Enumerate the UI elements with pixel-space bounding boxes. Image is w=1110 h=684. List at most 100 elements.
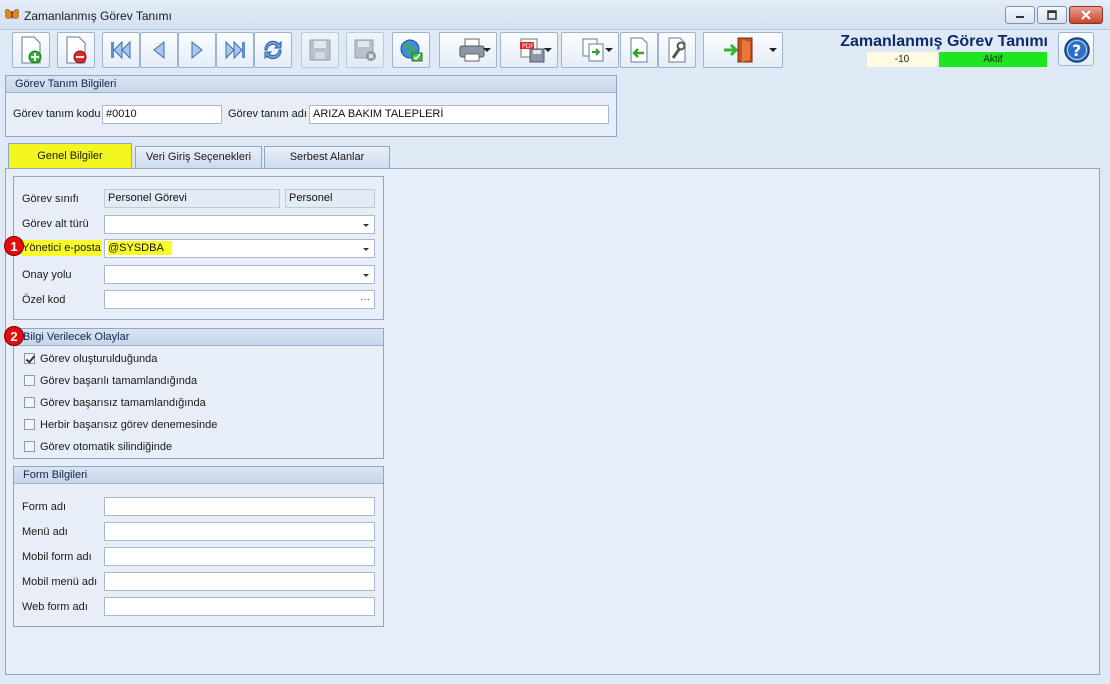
delete-button[interactable] — [57, 32, 95, 68]
help-button[interactable]: ? — [1058, 32, 1094, 66]
previous-record-icon — [153, 40, 165, 60]
event-label: Görev başarılı tamamlandığında — [40, 375, 198, 387]
print-button[interactable] — [439, 32, 497, 68]
copy-button[interactable] — [561, 32, 619, 68]
copy-icon — [582, 38, 604, 62]
butterfly-icon — [5, 9, 19, 19]
special-code-field[interactable]: ··· — [104, 290, 375, 309]
definition-group: Görev Tanım Bilgileri Görev tanım kodu #… — [5, 75, 617, 137]
status-badge: Aktif — [939, 52, 1047, 67]
save-close-button[interactable] — [346, 32, 384, 68]
tab-general[interactable]: Genel Bilgiler — [8, 143, 132, 169]
exit-icon — [724, 37, 753, 63]
subtype-combo[interactable] — [104, 215, 375, 234]
tools-icon — [668, 37, 686, 63]
copy-dropdown-arrow[interactable] — [605, 48, 613, 52]
record-count: -10 — [867, 52, 937, 67]
event-label: Görev başarısız tamamlandığında — [40, 397, 206, 409]
pdf-dropdown-arrow[interactable] — [544, 48, 552, 52]
task-code-field[interactable]: #0010 — [102, 105, 222, 124]
task-name-label: Görev tanım adı — [228, 108, 307, 120]
mobile-form-name-field[interactable] — [104, 547, 375, 566]
approval-path-combo[interactable] — [104, 265, 375, 284]
refresh-button[interactable] — [254, 32, 292, 68]
form-name-field[interactable] — [104, 497, 375, 516]
event-label: Görev oluşturulduğunda — [40, 353, 158, 365]
annotation-badge-2: 2 — [4, 326, 24, 346]
chevron-down-icon[interactable] — [363, 248, 369, 251]
special-code-label: Özel kod — [22, 294, 66, 306]
close-button[interactable] — [1069, 6, 1103, 24]
subtype-label: Görev alt türü — [22, 218, 89, 230]
last-record-icon — [225, 40, 245, 60]
first-record-button[interactable] — [102, 32, 140, 68]
web-form-name-field[interactable] — [104, 597, 375, 616]
tools-button[interactable] — [658, 32, 696, 68]
import-icon — [630, 37, 648, 63]
svg-text:?: ? — [1072, 41, 1081, 60]
chevron-down-icon[interactable] — [363, 224, 369, 227]
events-group-title: Bilgi Verilecek Olaylar — [14, 329, 383, 346]
web-button[interactable] — [392, 32, 430, 68]
ellipsis-button[interactable]: ··· — [360, 291, 370, 308]
checkbox-task-auto-deleted[interactable] — [24, 441, 35, 452]
pdf-export-icon: PDF — [520, 38, 545, 63]
import-button[interactable] — [620, 32, 658, 68]
form-name-label: Form adı — [22, 501, 67, 513]
task-class-field: Personel Görevi — [104, 189, 280, 208]
manager-email-label: Yönetici e-posta — [22, 240, 102, 256]
events-group: Bilgi Verilecek Olaylar Görev oluşturuld… — [13, 328, 384, 459]
checkbox-task-failed[interactable] — [24, 397, 35, 408]
chevron-down-icon[interactable] — [363, 274, 369, 277]
task-code-label: Görev tanım kodu — [13, 108, 101, 120]
task-name-field[interactable]: ARIZA BAKIM TALEPLERİ — [309, 105, 609, 124]
event-label: Görev otomatik silindiğinde — [40, 441, 173, 453]
task-class-type-field: Personel — [285, 189, 375, 208]
form-heading: Zamanlanmış Görev Tanımı — [840, 33, 1048, 50]
manager-email-combo[interactable]: @SYSDBA — [104, 239, 375, 258]
checkbox-each-failed-attempt[interactable] — [24, 419, 35, 430]
approval-path-label: Onay yolu — [22, 269, 72, 281]
manager-email-value: @SYSDBA — [108, 241, 172, 255]
minimize-button[interactable] — [1005, 6, 1035, 24]
mobile-menu-name-label: Mobil menü adı — [22, 576, 98, 588]
refresh-icon — [264, 40, 282, 60]
web-form-name-label: Web form adı — [22, 601, 88, 613]
save-button[interactable] — [301, 32, 339, 68]
task-class-label: Görev sınıfı — [22, 193, 79, 205]
form-info-group-title: Form Bilgileri — [14, 467, 383, 484]
web-icon — [400, 39, 423, 62]
delete-document-icon — [66, 36, 87, 64]
event-label: Herbir başarısız görev denemesinde — [40, 419, 218, 431]
print-icon — [459, 38, 485, 62]
checkbox-task-created[interactable] — [24, 353, 35, 364]
window-title: Zamanlanmış Görev Tanımı — [24, 9, 172, 23]
next-record-button[interactable] — [178, 32, 216, 68]
pdf-export-button[interactable]: PDF — [500, 32, 558, 68]
annotation-badge-1: 1 — [4, 236, 24, 256]
tab-data-entry[interactable]: Veri Giriş Seçenekleri — [135, 146, 262, 168]
next-record-icon — [191, 40, 203, 60]
definition-group-title: Görev Tanım Bilgileri — [6, 76, 616, 93]
save-close-icon — [354, 39, 376, 61]
help-icon: ? — [1064, 37, 1090, 63]
maximize-button[interactable] — [1037, 6, 1067, 24]
print-dropdown-arrow[interactable] — [483, 48, 491, 52]
title-bar: Zamanlanmış Görev Tanımı — [0, 0, 1110, 30]
general-info-group: Görev sınıfı Personel Görevi Personel Gö… — [13, 176, 384, 320]
menu-name-field[interactable] — [104, 522, 375, 541]
minimize-icon — [1016, 16, 1024, 18]
mobile-menu-name-field[interactable] — [104, 572, 375, 591]
mobile-form-name-label: Mobil form adı — [22, 551, 92, 563]
first-record-icon — [111, 40, 131, 60]
last-record-button[interactable] — [216, 32, 254, 68]
restore-icon — [1047, 10, 1057, 20]
new-button[interactable] — [12, 32, 50, 68]
tab-free-fields[interactable]: Serbest Alanlar — [264, 146, 390, 168]
menu-name-label: Menü adı — [22, 526, 68, 538]
exit-dropdown-arrow[interactable] — [769, 48, 777, 52]
checkbox-task-succeeded[interactable] — [24, 375, 35, 386]
exit-button[interactable] — [703, 32, 783, 68]
save-icon — [309, 39, 331, 61]
previous-record-button[interactable] — [140, 32, 178, 68]
